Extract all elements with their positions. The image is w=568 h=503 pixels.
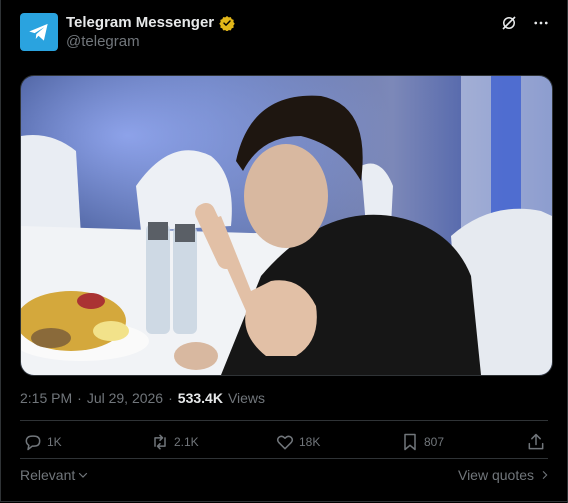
meta-separator: · — [77, 390, 82, 406]
reply-button[interactable]: 1K — [23, 432, 62, 452]
post-image[interactable] — [20, 75, 553, 376]
share-button[interactable] — [526, 432, 546, 452]
grok-icon[interactable] — [500, 14, 518, 32]
reply-icon — [25, 435, 41, 451]
chevron-down-icon — [79, 472, 88, 478]
post-meta: 2:15 PM · Jul 29, 2026 · 533.4K Views — [20, 390, 265, 406]
bookmark-icon — [404, 433, 416, 451]
sort-dropdown[interactable]: Relevant — [20, 467, 89, 483]
share-icon — [528, 433, 544, 450]
telegram-paper-plane-icon — [29, 23, 48, 41]
quotes-label: View quotes — [457, 467, 534, 483]
meta-separator-2: · — [168, 390, 173, 406]
reply-count: 1K — [47, 435, 62, 449]
repost-icon — [154, 434, 166, 450]
repost-count: 2.1K — [174, 435, 199, 449]
divider-bottom — [20, 458, 548, 459]
views-count: 533.4K — [177, 390, 223, 406]
chevron-right-icon — [542, 471, 548, 479]
bookmark-count: 807 — [424, 435, 445, 449]
author-name[interactable]: Telegram Messenger — [66, 14, 214, 31]
post-date[interactable]: Jul 29, 2026 — [87, 390, 163, 406]
post-header: Telegram Messenger @telegram — [20, 12, 550, 56]
verified-badge-icon — [219, 15, 235, 31]
avatar[interactable] — [20, 13, 58, 51]
divider-top — [20, 420, 548, 421]
more-options-icon[interactable] — [532, 14, 550, 32]
repost-button[interactable]: 2.1K — [150, 432, 199, 452]
view-quotes-link[interactable]: View quotes — [458, 467, 550, 483]
photo-illustration — [21, 76, 552, 375]
sort-label: Relevant — [20, 467, 76, 483]
like-button[interactable]: 18K — [275, 432, 320, 452]
views-label: Views — [227, 390, 266, 406]
bookmark-button[interactable]: 807 — [400, 432, 444, 452]
action-bar: 1K 2.1K 18K 807 — [20, 432, 548, 460]
author-handle[interactable]: @telegram — [66, 33, 140, 50]
post-time[interactable]: 2:15 PM — [20, 390, 72, 406]
like-icon — [276, 435, 294, 450]
like-count: 18K — [299, 435, 321, 449]
